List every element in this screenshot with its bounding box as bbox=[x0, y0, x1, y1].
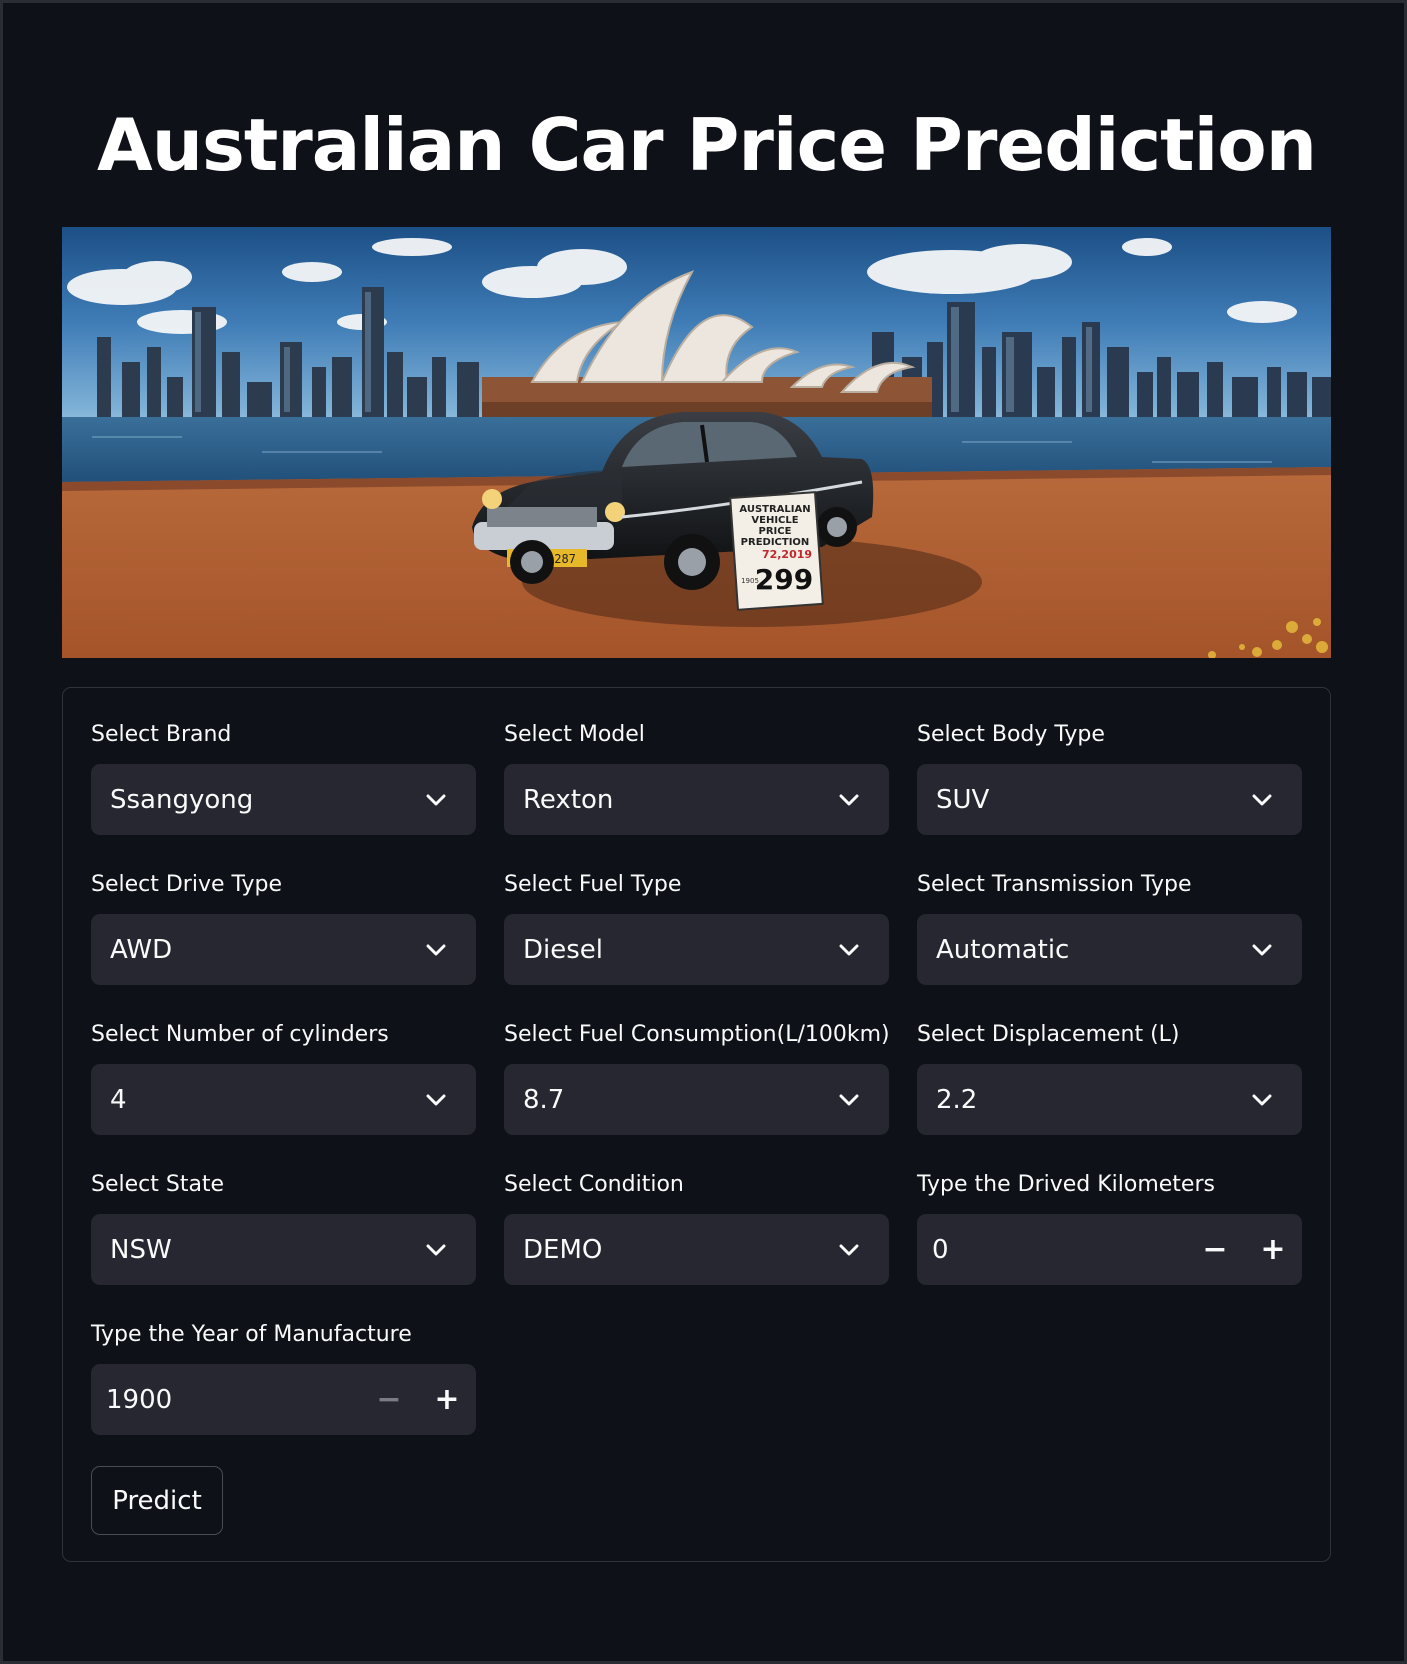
displacement-label: Select Displacement (L) bbox=[917, 1022, 1180, 1047]
condition-select[interactable]: DEMO bbox=[504, 1214, 889, 1285]
displacement-value: 2.2 bbox=[936, 1084, 978, 1115]
predict-button[interactable]: Predict bbox=[91, 1466, 223, 1535]
kilometers-input[interactable]: 0 − + bbox=[917, 1214, 1302, 1285]
chevron-down-icon bbox=[414, 1078, 458, 1122]
year-value[interactable]: 1900 bbox=[91, 1385, 360, 1415]
cylinders-select[interactable]: 4 bbox=[91, 1064, 476, 1135]
prediction-form: Select Brand Ssangyong Select Model Rext… bbox=[62, 687, 1331, 1562]
state-field: Select State NSW bbox=[91, 1172, 476, 1285]
kilometers-label: Type the Drived Kilometers bbox=[917, 1172, 1215, 1197]
year-label: Type the Year of Manufacture bbox=[91, 1322, 412, 1347]
body-type-label: Select Body Type bbox=[917, 722, 1105, 747]
fuel-consumption-value: 8.7 bbox=[523, 1084, 565, 1115]
condition-value: DEMO bbox=[523, 1234, 603, 1265]
body-type-select[interactable]: SUV bbox=[917, 764, 1302, 835]
sign-line-3: PRICE bbox=[759, 526, 792, 537]
fuel-type-select[interactable]: Diesel bbox=[504, 914, 889, 985]
chevron-down-icon bbox=[414, 928, 458, 972]
banner-image: Y-09-287 AUSTRALIAN VEHICLE PRICE PREDIC… bbox=[62, 227, 1331, 658]
chevron-down-icon bbox=[414, 1228, 458, 1272]
year-increment-button[interactable]: + bbox=[418, 1364, 476, 1435]
model-value: Rexton bbox=[523, 784, 614, 815]
chevron-down-icon bbox=[1240, 778, 1284, 822]
chevron-down-icon bbox=[827, 1078, 871, 1122]
drive-type-label: Select Drive Type bbox=[91, 872, 283, 897]
drive-type-value: AWD bbox=[110, 934, 173, 965]
transmission-field: Select Transmission Type Automatic bbox=[917, 872, 1302, 985]
fuel-consumption-select[interactable]: 8.7 bbox=[504, 1064, 889, 1135]
body-type-value: SUV bbox=[936, 784, 990, 815]
transmission-select[interactable]: Automatic bbox=[917, 914, 1302, 985]
fuel-type-label: Select Fuel Type bbox=[504, 872, 682, 897]
chevron-down-icon bbox=[827, 928, 871, 972]
drive-type-select[interactable]: AWD bbox=[91, 914, 476, 985]
brand-label: Select Brand bbox=[91, 722, 232, 747]
chevron-down-icon bbox=[827, 1228, 871, 1272]
app-window: Australian Car Price Prediction AUSTRALI… bbox=[0, 0, 1407, 1664]
drive-type-field: Select Drive Type AWD bbox=[91, 872, 476, 985]
sign-year: 1905 bbox=[741, 577, 759, 585]
brand-value: Ssangyong bbox=[110, 784, 254, 815]
cylinders-label: Select Number of cylinders bbox=[91, 1022, 389, 1047]
price-sign: AUSTRALIAN VEHICLE PRICE PREDICTION 72,2… bbox=[729, 491, 824, 611]
cylinders-value: 4 bbox=[110, 1084, 127, 1115]
page-title: Australian Car Price Prediction bbox=[97, 103, 1317, 187]
chevron-down-icon bbox=[827, 778, 871, 822]
kilometers-increment-button[interactable]: + bbox=[1244, 1214, 1302, 1285]
state-label: Select State bbox=[91, 1172, 225, 1197]
chevron-down-icon bbox=[414, 778, 458, 822]
brand-select[interactable]: Ssangyong bbox=[91, 764, 476, 835]
kilometers-value[interactable]: 0 bbox=[917, 1235, 1186, 1265]
body-type-field: Select Body Type SUV bbox=[917, 722, 1302, 835]
model-select[interactable]: Rexton bbox=[504, 764, 889, 835]
sign-price: 299 bbox=[755, 563, 813, 596]
year-decrement-button[interactable]: − bbox=[360, 1364, 418, 1435]
sign-line-1: AUSTRALIAN bbox=[739, 504, 810, 515]
model-field: Select Model Rexton bbox=[504, 722, 889, 835]
year-input[interactable]: 1900 − + bbox=[91, 1364, 476, 1435]
state-value: NSW bbox=[110, 1234, 172, 1265]
transmission-value: Automatic bbox=[936, 934, 1070, 965]
banner-illustration: Y-09-287 AUSTRALIAN VEHICLE PRICE PREDIC… bbox=[62, 238, 1331, 658]
chevron-down-icon bbox=[1240, 928, 1284, 972]
state-select[interactable]: NSW bbox=[91, 1214, 476, 1285]
condition-field: Select Condition DEMO bbox=[504, 1172, 889, 1285]
chevron-down-icon bbox=[1240, 1078, 1284, 1122]
brand-field: Select Brand Ssangyong bbox=[91, 722, 476, 835]
fuel-consumption-label: Select Fuel Consumption(L/100km) bbox=[504, 1022, 890, 1047]
transmission-label: Select Transmission Type bbox=[917, 872, 1192, 897]
displacement-select[interactable]: 2.2 bbox=[917, 1064, 1302, 1135]
year-field: Type the Year of Manufacture 1900 − + bbox=[91, 1322, 476, 1435]
sign-line-2: VEHICLE bbox=[751, 515, 798, 526]
kilometers-decrement-button[interactable]: − bbox=[1186, 1214, 1244, 1285]
sign-small-text: 72,2019 bbox=[762, 548, 812, 561]
fuel-consumption-field: Select Fuel Consumption(L/100km) 8.7 bbox=[504, 1022, 890, 1135]
condition-label: Select Condition bbox=[504, 1172, 684, 1197]
model-label: Select Model bbox=[504, 722, 645, 747]
cylinders-field: Select Number of cylinders 4 bbox=[91, 1022, 476, 1135]
fuel-type-value: Diesel bbox=[523, 934, 604, 965]
displacement-field: Select Displacement (L) 2.2 bbox=[917, 1022, 1302, 1135]
fuel-type-field: Select Fuel Type Diesel bbox=[504, 872, 889, 985]
kilometers-field: Type the Drived Kilometers 0 − + bbox=[917, 1172, 1302, 1285]
sign-line-4: PREDICTION bbox=[741, 537, 810, 548]
